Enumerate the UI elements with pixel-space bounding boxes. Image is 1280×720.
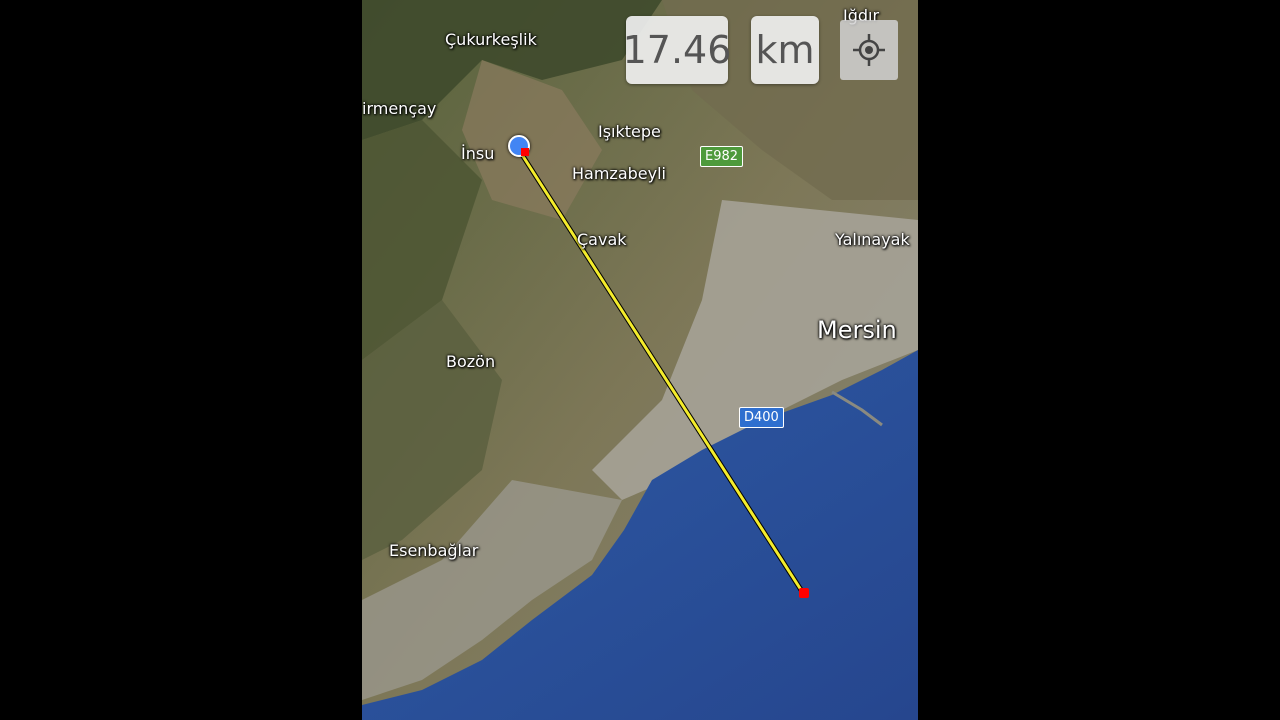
end-point-marker[interactable] (799, 588, 809, 598)
place-label-degirmencay: irmençay (362, 99, 437, 118)
distance-readout: 17.46 (623, 16, 731, 84)
place-label-hamzabeyli: Hamzabeyli (572, 164, 666, 183)
distance-value: 17.46 (622, 28, 732, 72)
crosshair-icon (853, 34, 885, 66)
place-label-mersin: Mersin (817, 316, 897, 344)
road-shield-e982: E982 (700, 146, 744, 167)
place-label-isiktepe: Işıktepe (598, 122, 661, 141)
place-label-bozon: Bozön (446, 352, 496, 371)
place-label-cukurkeslik: Çukurkeşlik (445, 30, 537, 49)
satellite-map[interactable]: Çukurkeşlik irmençay Işıktepe İnsu Hamza… (362, 0, 918, 720)
road-shield-d400: D400 (739, 407, 784, 428)
screen: Çukurkeşlik irmençay Işıktepe İnsu Hamza… (0, 0, 1280, 720)
place-label-cavak: Çavak (577, 230, 627, 249)
distance-unit: km (755, 28, 815, 72)
place-label-esenbaglar: Esenbağlar (389, 541, 479, 560)
start-point-dot (521, 148, 529, 156)
place-label-insu: İnsu (461, 144, 495, 163)
my-location-button[interactable] (840, 20, 898, 80)
unit-toggle-button[interactable]: km (751, 16, 819, 84)
place-label-yalinayak: Yalınayak (835, 230, 910, 249)
